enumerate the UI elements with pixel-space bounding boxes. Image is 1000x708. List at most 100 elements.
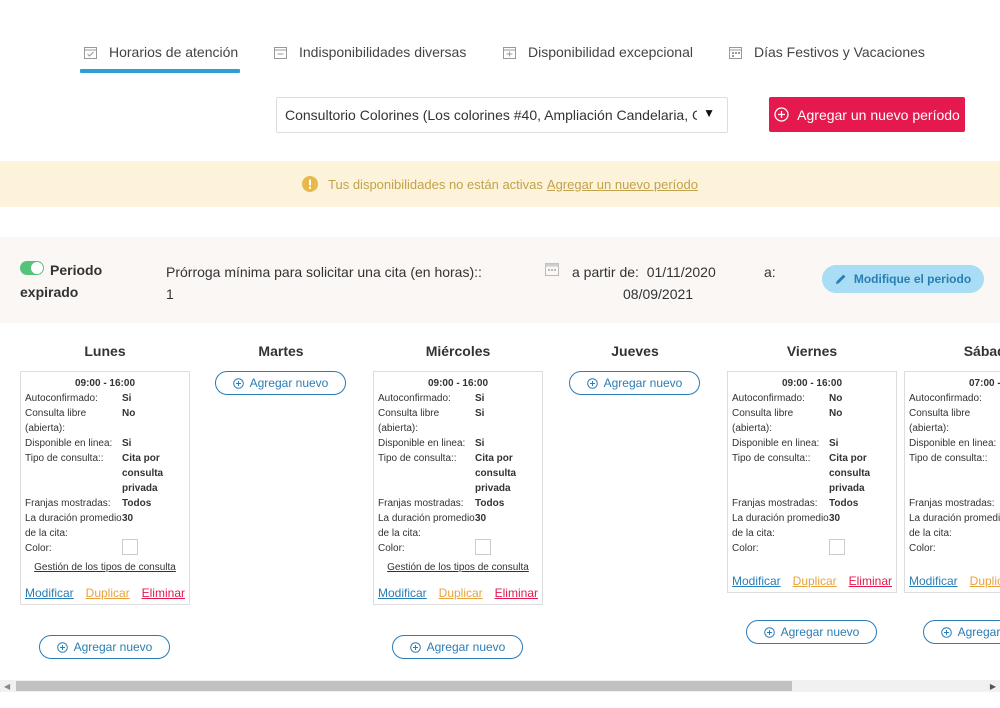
label: Disponible en linea:: [25, 438, 113, 449]
label: La duración promedio de la cita:: [378, 513, 475, 539]
add-period-label: Agregar un nuevo período: [797, 106, 960, 123]
duplicate-link[interactable]: Duplicar: [793, 574, 837, 588]
value: Cita por consulta privada: [475, 453, 517, 494]
delete-link[interactable]: Eliminar: [495, 586, 538, 600]
row-duration: La duración promedio de la cita: 30: [728, 511, 896, 541]
row-color: Color:: [905, 541, 1000, 556]
value: Si: [122, 393, 132, 404]
schedule-time: 07:00 - 0: [968, 378, 1000, 389]
schedule-time: 09:00 - 16:00: [427, 378, 489, 389]
duplicate-link[interactable]: Duplicar: [439, 586, 483, 600]
scroll-right-icon[interactable]: ▶: [990, 682, 996, 691]
color-swatch[interactable]: [475, 539, 491, 555]
add-new-button-martes[interactable]: Agregar nuevo: [215, 371, 346, 395]
day-column-sabado: Sábado 07:00 - 0 Autoconfirmado: Consult…: [904, 335, 1000, 680]
label: Color:: [25, 543, 52, 554]
color-swatch[interactable]: [829, 539, 845, 555]
row-color: Color:: [728, 539, 896, 556]
value: Cita por consulta privada: [829, 453, 871, 494]
row-slots: Franjas mostradas: Todos: [21, 496, 189, 511]
add-new-button-jueves[interactable]: Agregar nuevo: [569, 371, 700, 395]
value: Cita por consulta privada: [122, 453, 164, 494]
card-actions: Modificar Duplicar Eliminar: [728, 574, 896, 588]
row-autoconfirm: Autoconfirmado: No: [728, 391, 896, 406]
modify-link[interactable]: Modificar: [25, 586, 74, 600]
label: La duración promedio de la cita:: [25, 513, 122, 539]
label: La duración promedio de la cita:: [909, 513, 1000, 539]
add-new-button-lunes[interactable]: Agregar nuevo: [39, 635, 170, 659]
label: Autoconfirmado:: [25, 393, 98, 404]
add-new-label: Agregar nuevo: [426, 640, 506, 654]
office-select-value: Consultorio Colorines (Los colorines #40…: [285, 107, 697, 123]
label: Tipo de consulta::: [25, 453, 104, 464]
manage-consult-types-link[interactable]: Gestión de los tipos de consulta: [374, 562, 542, 573]
row-autoconfirm: Autoconfirmado: Si: [21, 391, 189, 406]
duplicate-link[interactable]: Duplicar: [86, 586, 130, 600]
label: Disponible en linea:: [378, 438, 466, 449]
date-from-label: a partir de:: [572, 264, 639, 280]
modify-link[interactable]: Modificar: [732, 574, 781, 588]
value: No: [829, 393, 843, 404]
delete-link[interactable]: Eliminar: [849, 574, 892, 588]
add-new-button-viernes[interactable]: Agregar nuevo: [746, 620, 877, 644]
value: Todos: [475, 498, 505, 509]
tab-horarios[interactable]: Horarios de atención: [84, 42, 238, 62]
add-new-label: Agregar nuevo: [957, 625, 1000, 639]
label: Disponible en linea:: [909, 438, 997, 449]
duplicate-link[interactable]: Duplicar: [970, 574, 1000, 588]
schedule-card-sabado: 07:00 - 0 Autoconfirmado: Consulta libre…: [904, 371, 1000, 593]
calendar-icon: [545, 263, 559, 276]
plus-circle-icon: [586, 377, 598, 389]
add-new-button-sabado[interactable]: Agregar nuevo: [923, 620, 1000, 644]
date-from-value: 01/11/2020: [646, 264, 716, 280]
modify-link[interactable]: Modificar: [378, 586, 427, 600]
row-color: Color:: [374, 539, 542, 556]
label: Autoconfirmado:: [378, 393, 451, 404]
label: Franjas mostradas:: [909, 498, 995, 509]
row-online: Disponible en linea:: [905, 436, 1000, 451]
day-title-sabado: Sábado: [963, 343, 1000, 359]
minimum-extension: Prórroga mínima para solicitar una cita …: [166, 261, 496, 305]
color-swatch[interactable]: [122, 539, 138, 555]
row-autoconfirm: Autoconfirmado: Si: [374, 391, 542, 406]
office-select[interactable]: Consultorio Colorines (Los colorines #40…: [276, 97, 728, 133]
tab-festivos[interactable]: Días Festivos y Vacaciones: [729, 42, 925, 62]
tab-indisponibilidades[interactable]: Indisponibilidades diversas: [274, 42, 466, 62]
extension-label: Prórroga mínima para solicitar una cita …: [166, 264, 482, 280]
label: Consulta libre (abierta):: [732, 408, 794, 434]
modify-period-button[interactable]: Modifique el periodo: [822, 265, 984, 293]
schedule-card-lunes: 09:00 - 16:00 Autoconfirmado: Si Consulta…: [20, 371, 190, 605]
day-title-miercoles: Miércoles: [425, 343, 491, 359]
modify-link[interactable]: Modificar: [909, 574, 958, 588]
dropdown-arrow-icon: ▼: [703, 106, 715, 120]
card-actions: Modificar Duplicar Eliminar: [21, 586, 189, 600]
day-title-viernes: Viernes: [786, 343, 838, 359]
label: Consulta libre (abierta):: [378, 408, 440, 434]
label: Color:: [909, 543, 936, 554]
value: 30: [475, 513, 487, 524]
row-online: Disponible en linea: Si: [374, 436, 542, 451]
pencil-icon: [835, 274, 846, 284]
plus-circle-icon: [232, 377, 244, 389]
alert-add-period-link[interactable]: Agregar un nuevo período: [547, 177, 698, 192]
calendar-minus-icon: [274, 46, 287, 59]
calendar-icon: [729, 46, 742, 59]
scrollbar-thumb[interactable]: [16, 681, 792, 691]
day-title-martes: Martes: [258, 343, 304, 359]
schedule-time: 09:00 - 16:00: [781, 378, 843, 389]
horizontal-scrollbar[interactable]: ◀ ▶: [0, 680, 1000, 692]
add-new-button-miercoles[interactable]: Agregar nuevo: [392, 635, 523, 659]
row-duration: La duración promedio de la cita:: [905, 511, 1000, 541]
delete-link[interactable]: Eliminar: [142, 586, 185, 600]
value: No: [829, 408, 843, 419]
scroll-left-icon[interactable]: ◀: [4, 682, 10, 691]
add-new-label: Agregar nuevo: [249, 376, 329, 390]
tab-label: Disponibilidad excepcional: [528, 44, 693, 60]
plus-circle-icon: [56, 641, 68, 653]
manage-consult-types-link[interactable]: Gestión de los tipos de consulta: [21, 562, 189, 573]
add-period-button[interactable]: Agregar un nuevo período: [769, 97, 965, 132]
schedule-card-viernes: 09:00 - 16:00 Autoconfirmado: No Consulta…: [727, 371, 897, 593]
label: Tipo de consulta::: [732, 453, 811, 464]
tab-disponibilidad[interactable]: Disponibilidad excepcional: [503, 42, 693, 62]
label: Color:: [378, 543, 405, 554]
